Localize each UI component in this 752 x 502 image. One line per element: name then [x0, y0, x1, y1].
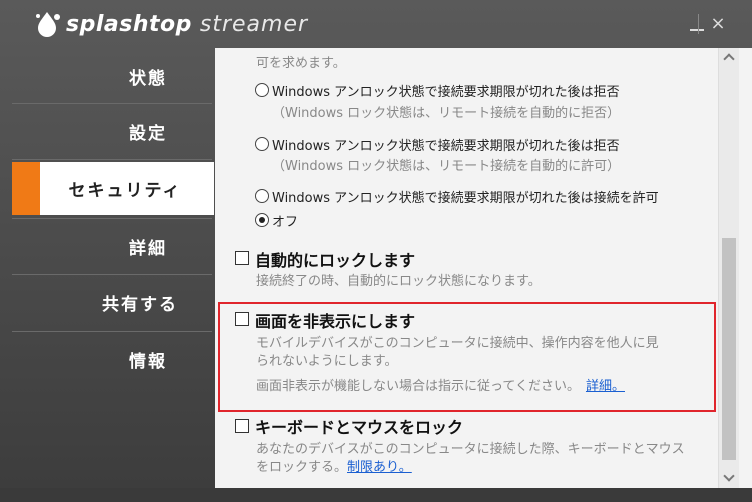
sidebar-item-settings[interactable]: 設定	[12, 103, 212, 160]
sidebar-item-label: 情報	[129, 352, 167, 372]
close-button[interactable]: ×	[704, 10, 732, 38]
blank-screen-description: モバイルデバイスがこのコンピュータに接続中、操作内容を他人に見	[256, 336, 659, 351]
sidebar-divider	[12, 159, 212, 160]
sidebar: 状態 設定 セキュリティ 詳細 共有する 情報	[0, 48, 214, 488]
auto-lock-title: 自動的にロックします	[255, 251, 416, 270]
splashtop-logo-icon	[36, 12, 60, 37]
scroll-down-button[interactable]	[719, 468, 739, 488]
radio-sublabel: （Windows ロック状態は、リモート接続を自動的に拒否）	[272, 106, 621, 121]
blank-screen-description-2: られないようにします。	[256, 354, 398, 369]
lock-input-description-2: をロックする。制限あり。	[256, 456, 412, 475]
radio-label: Windows アンロック状態で接続要求期限が切れた後は拒否	[272, 85, 620, 100]
sidebar-item-label: 共有する	[102, 295, 178, 315]
title-divider	[698, 14, 699, 34]
lock-input-checkbox[interactable]	[235, 419, 249, 433]
limitations-link[interactable]: 制限あり。	[347, 460, 412, 475]
lock-input-title: キーボードとマウスをロック	[255, 418, 464, 437]
radio-off[interactable]	[255, 213, 269, 227]
title-bar[interactable]: splashtop streamer ×	[0, 0, 752, 48]
radio-sublabel: （Windows ロック状態は、リモート接続を自動的に許可）	[272, 159, 621, 174]
radio-label: Windows アンロック状態で接続要求期限が切れた後は接続を許可	[272, 191, 659, 206]
radio-deny-after-timeout-lock-allow[interactable]	[255, 137, 269, 151]
blank-screen-checkbox[interactable]	[235, 312, 249, 326]
security-settings-panel: 可を求めます。 Windows アンロック状態で接続要求期限が切れた後は拒否 （…	[215, 48, 752, 488]
auto-lock-checkbox[interactable]	[235, 251, 249, 265]
sidebar-item-status[interactable]: 状態	[12, 48, 212, 105]
sidebar-item-share[interactable]: 共有する	[12, 274, 212, 331]
app-logo: splashtop streamer	[32, 9, 308, 39]
auto-lock-description: 接続終了の時、自動的にロック状態になります。	[256, 274, 541, 289]
cutoff-text: 可を求めます。	[256, 56, 346, 71]
sidebar-item-advanced[interactable]: 詳細	[12, 218, 212, 275]
app-window: splashtop streamer × 状態 設定 セキュリティ 詳細 共有す…	[0, 0, 752, 502]
sidebar-item-security[interactable]: セキュリティ	[12, 162, 214, 215]
radio-allow-after-timeout[interactable]	[255, 189, 269, 203]
sidebar-item-label: 詳細	[129, 239, 167, 259]
radio-deny-after-timeout-lock-deny[interactable]	[255, 83, 269, 97]
sidebar-item-label: 設定	[129, 124, 167, 144]
radio-label: Windows アンロック状態で接続要求期限が切れた後は拒否	[272, 139, 620, 154]
chevron-down-icon	[723, 470, 735, 482]
scrollbar-thumb[interactable]	[722, 238, 736, 460]
brand-name: splashtop	[66, 11, 192, 37]
sidebar-item-label: 状態	[129, 69, 167, 89]
window-bottom-edge	[0, 488, 752, 502]
sidebar-item-label: セキュリティ	[68, 181, 182, 201]
vertical-scrollbar[interactable]	[718, 48, 739, 488]
scroll-up-button[interactable]	[719, 48, 739, 68]
sidebar-item-about[interactable]: 情報	[12, 331, 212, 388]
brand-product: streamer	[199, 11, 309, 37]
lock-input-description: あなたのデバイスがこのコンピュータに接続した際、キーボードとマウス	[256, 442, 685, 457]
blank-screen-title: 画面を非表示にします	[255, 312, 416, 331]
blank-screen-note-text: 画面非表示が機能しない場合は指示に従ってください。	[256, 379, 580, 394]
radio-label: オフ	[272, 215, 299, 230]
selected-indicator	[12, 162, 40, 215]
chevron-up-icon	[723, 53, 735, 65]
blank-screen-note: 画面非表示が機能しない場合は指示に従ってください。 詳細。	[256, 375, 625, 394]
lock-input-description-text: をロックする。	[256, 460, 348, 475]
details-link[interactable]: 詳細。	[586, 379, 625, 394]
